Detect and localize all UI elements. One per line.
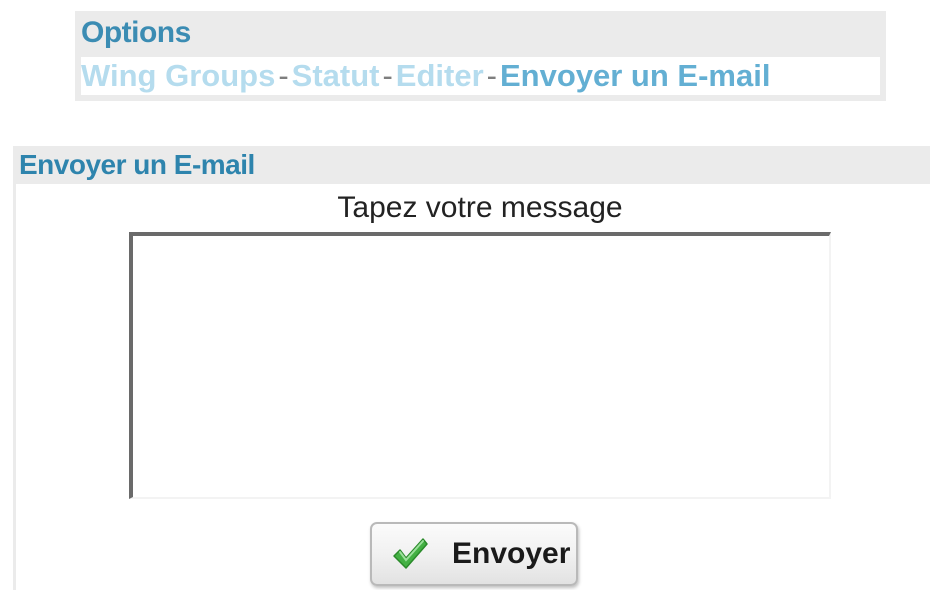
message-prompt-label: Tapez votre message	[337, 191, 623, 224]
separator: -	[382, 58, 393, 93]
options-nav: Wing Groups-Statut-Editer-Envoyer un E-m…	[81, 57, 880, 95]
options-panel: Options Wing Groups-Statut-Editer-Envoye…	[75, 11, 886, 101]
message-textarea[interactable]	[129, 232, 831, 499]
page: Options Wing Groups-Statut-Editer-Envoye…	[0, 0, 930, 590]
options-title: Options	[81, 16, 191, 49]
send-button[interactable]: Envoyer	[370, 522, 578, 586]
link-envoyer-email[interactable]: Envoyer un E-mail	[500, 58, 770, 93]
separator: -	[278, 58, 289, 93]
email-panel-title: Envoyer un E-mail	[19, 149, 255, 180]
send-button-label: Envoyer	[452, 537, 571, 570]
link-wing-groups[interactable]: Wing Groups	[81, 58, 275, 93]
link-statut[interactable]: Statut	[292, 58, 380, 93]
checkmark-icon	[393, 538, 428, 569]
link-editer[interactable]: Editer	[396, 58, 484, 93]
separator: -	[486, 58, 497, 93]
email-panel-header: Envoyer un E-mail	[13, 146, 930, 184]
